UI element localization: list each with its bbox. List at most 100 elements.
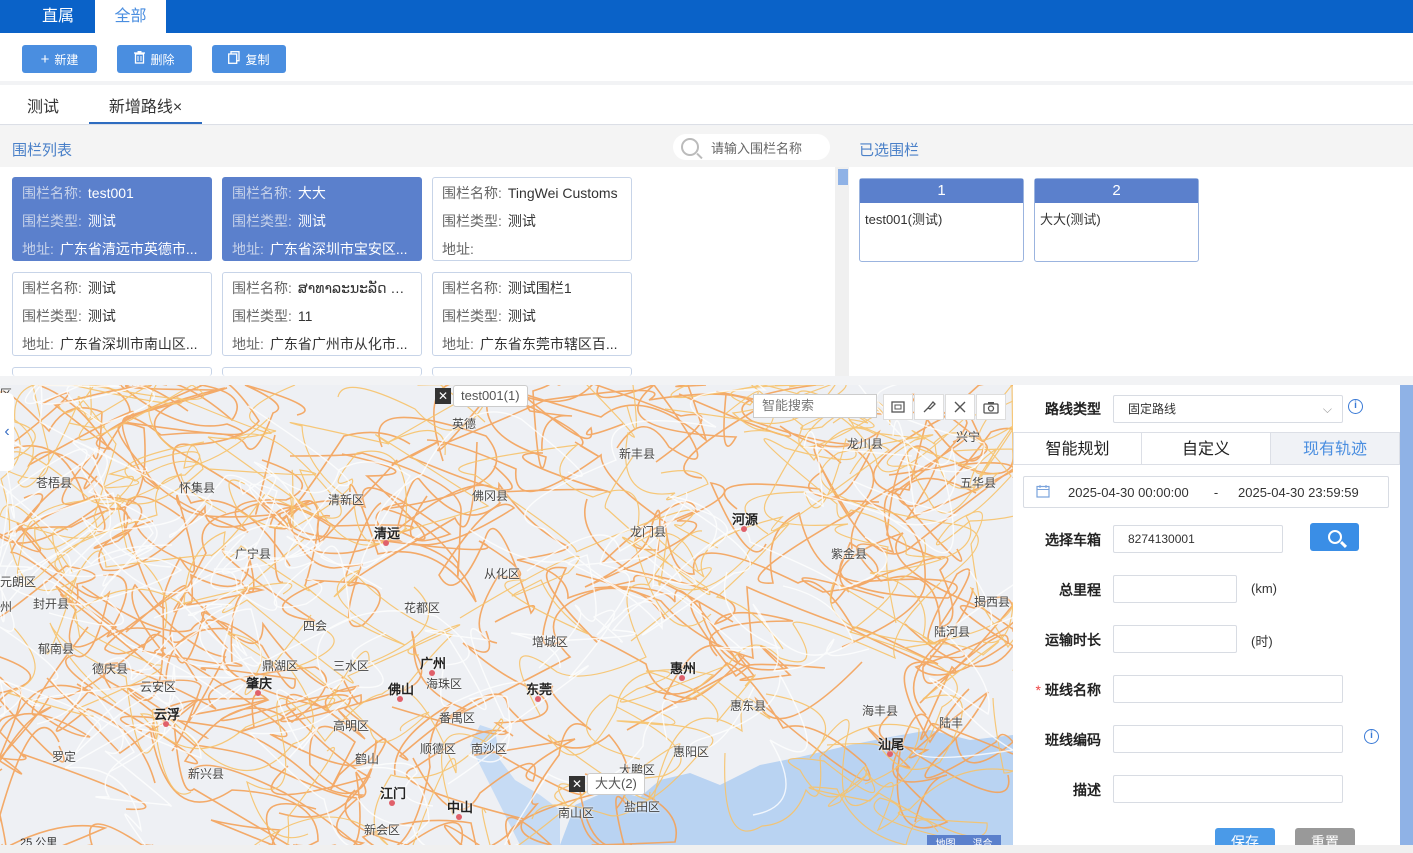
fence-card[interactable]: 围栏名称: test001 围栏类型: 测试 地址: 广东省清远市英德市... [12,177,212,261]
fence-card-address-row: 地址: [442,235,622,263]
fence-card[interactable]: 围栏名称: ສາທາລະນະລັດ ປະ... 围栏类型: 11 地址: 广东省广州市从化… [222,272,422,356]
duration-unit: (时) [1251,634,1273,649]
selected-fence-panel: 已选围栏 1 test001(测试) 2 大大(测试) [850,126,1413,376]
fence-card-type-value: 测试 [87,308,116,324]
map-type-map[interactable]: 地图 [927,835,964,845]
fence-card-name-key: 围栏名称: [442,185,502,201]
fence-card[interactable]: 围栏名称: 测试围栏1 围栏类型: 测试 地址: 广东省东莞市辖区百... [432,272,632,356]
fence-card-address-row: 地址: 广东省深圳市南山区... [22,330,202,358]
map-place-label: 四会 [303,619,328,633]
required-mark: * [1035,682,1041,698]
date-start[interactable]: 2025-04-30 00:00:00 [1068,485,1194,500]
tab-all[interactable]: 全部 [95,0,166,33]
line-name-input[interactable] [1113,675,1343,703]
fence-card-type-key: 围栏类型: [22,308,82,324]
tab-route-test[interactable]: 测试 [12,85,74,124]
vehicle-input[interactable]: 8274130001 [1113,525,1283,553]
fence-card[interactable]: 围栏名称: 测试 围栏类型: 测试 地址: 广东省深圳市南山区... [12,272,212,356]
map-place-label: 从化区 [484,567,521,581]
fence-card[interactable]: 围栏名称: 大大 围栏类型: 测试 地址: 广东省深圳市宝安区... [222,177,422,261]
route-type-value: 固定路线 [1128,402,1177,416]
selected-fence-card[interactable]: 2 大大(测试) [1034,178,1199,262]
fence-card-type-row: 围栏类型: 测试 [442,207,622,235]
selected-fence-name: 大大(测试) [1040,212,1101,227]
fence-card-name-row: 围栏名称: ສາທາລະນະລັດ ປະ... [232,274,412,302]
info-icon[interactable]: i [1348,399,1363,414]
selected-fence-number: 2 [1035,179,1198,203]
tab-direct[interactable]: 直属 [22,0,94,33]
trash-icon [134,51,146,67]
save-button[interactable]: 保存 [1215,828,1275,845]
vehicle-label: 选择车箱 [1045,532,1101,548]
duration-input[interactable] [1113,625,1237,653]
copy-button-label: 复制 [245,52,270,67]
map-canvas[interactable] [0,385,1013,845]
map-place-label: 鹤山 [355,752,380,766]
map-place-label: 江门 [380,786,407,801]
map-marker-test001[interactable]: ✕ test001(1) [435,385,528,407]
info-icon[interactable]: i [1364,729,1379,744]
search-icon [1327,530,1342,544]
form-scrollbar[interactable] [1400,385,1413,845]
line-code-label: 班线编码 [1045,732,1101,748]
tab-existing-track[interactable]: 现有轨迹 [1270,432,1400,465]
brush-icon[interactable] [914,394,944,420]
fence-card-address-key: 地址: [232,336,264,352]
route-type-select[interactable]: 固定路线 ⌵ [1113,395,1343,423]
new-button[interactable]: + 新建 [22,45,97,73]
new-button-label: 新建 [54,52,79,67]
map-view[interactable]: 英德 新丰县 龙川县 兴宁 苍梧县 怀集县 清新区 佛冈县 五华县 清远 龙门县 河源 广宁县 从化区 紫金… [0,385,1013,845]
close-icon[interactable]: ✕ [569,776,585,792]
mileage-input[interactable] [1113,575,1237,603]
close-icon[interactable]: ✕ [435,388,451,404]
map-place-label: 海珠区 [426,677,463,691]
fence-card-type-key: 围栏类型: [232,213,292,229]
map-place-label: 海丰县 [862,704,899,718]
fence-card-address-key: 地址: [22,336,54,352]
fence-card[interactable]: 围栏名称: TingWei Customs 围栏类型: 测试 地址: [432,177,632,261]
line-code-input[interactable] [1113,725,1343,753]
fence-card-type-row: 围栏类型: 测试 [442,302,622,330]
fence-search-input[interactable]: 请输入围栏名称 [673,134,830,160]
tab-smart-plan[interactable]: 智能规划 [1013,432,1142,465]
map-place-label: 陆丰 [939,716,964,730]
map-place-label: 中山 [447,800,474,815]
map-place-label: 汕尾 [878,737,905,752]
date-range-picker[interactable]: 2025-04-30 00:00:00 - 2025-04-30 23:59:5… [1023,476,1389,508]
line-name-label-wrap: * 班线名称 [1013,680,1101,700]
fullscreen-icon[interactable] [883,394,913,420]
desc-input[interactable] [1113,775,1343,803]
fence-card-name-key: 围栏名称: [442,280,502,296]
map-marker-dada[interactable]: ✕ 大大(2) [569,773,645,795]
map-type-hybrid[interactable]: 混合 [964,835,1001,845]
map-place-label: 番禺区 [439,711,476,725]
map-place-label: 三水区 [333,659,370,673]
collapse-panel-icon[interactable]: ‹ [0,393,14,471]
fence-card-type-value: 测试 [87,213,116,229]
map-place-label: 罗定 [52,750,77,764]
map-place-label: 顺德区 [420,742,457,756]
fence-list-scroll-thumb[interactable] [838,169,848,185]
reset-button[interactable]: 重置 [1295,828,1355,845]
map-place-label: 陆河县 [934,625,971,639]
tab-custom[interactable]: 自定义 [1141,432,1271,465]
selected-fence-card[interactable]: 1 test001(测试) [859,178,1024,262]
route-tabs: 测试 新增路线× [0,85,1413,125]
map-place-label: 佛山 [388,682,415,697]
map-place-label: 苍梧县 [36,476,73,490]
map-type-switch[interactable]: 地图 混合 [927,835,1001,845]
copy-button[interactable]: 复制 [212,45,286,73]
map-search-input[interactable]: 智能搜索 [753,394,877,418]
date-end[interactable]: 2025-04-30 23:59:59 [1238,485,1359,500]
tab-new-route[interactable]: 新增路线× [89,85,202,124]
line-name-label: 班线名称 [1045,682,1101,698]
fence-card-type-row: 围栏类型: 测试 [22,302,202,330]
fence-list-scrollbar[interactable] [835,167,849,376]
fence-card-type-key: 围栏类型: [442,308,502,324]
vehicle-search-button[interactable] [1310,523,1359,551]
camera-icon[interactable] [976,394,1006,420]
fence-card-type-key: 围栏类型: [232,308,292,324]
clear-icon[interactable] [945,394,975,420]
map-place-label: 州 [0,600,13,614]
delete-button[interactable]: 删除 [117,45,192,73]
